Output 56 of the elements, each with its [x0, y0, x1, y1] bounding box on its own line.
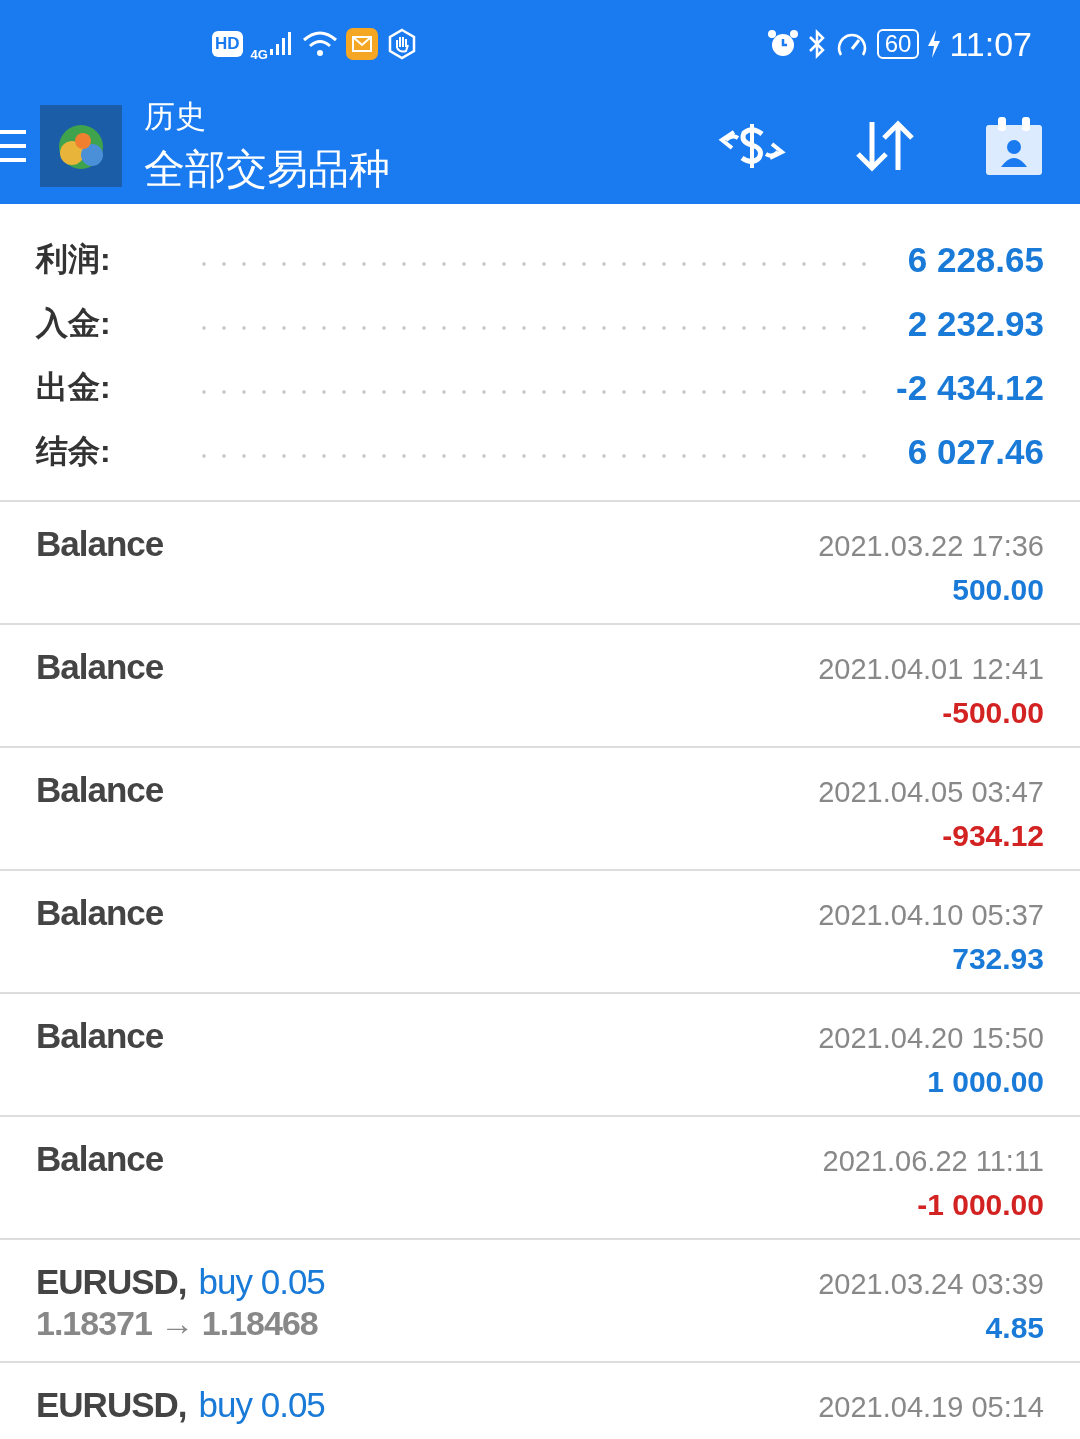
hd-indicator: HD [212, 31, 243, 57]
deal-amount: 1 000.00 [926, 1065, 1044, 1099]
deal-row[interactable]: Balance 2021.04.20 15:50 1 000.00 [0, 994, 1080, 1117]
summary-value: 6 027.46 [907, 432, 1044, 472]
deal-time: 2021.04.19 05:14 [818, 1391, 1044, 1424]
deal-time: 2021.03.24 03:39 [818, 1268, 1044, 1301]
deal-amount: 4.85 [984, 1311, 1044, 1345]
deal-title: Balance [36, 1139, 164, 1178]
deal-title: Balance [36, 1016, 164, 1055]
trade-prices: 1.18371 → 1.18468 [36, 1304, 319, 1343]
app-logo-icon [40, 105, 122, 187]
alarm-icon [766, 29, 799, 59]
summary-label: 出金: [36, 368, 112, 407]
clock: 11:07 [949, 24, 1032, 64]
bluetooth-icon [806, 28, 827, 60]
deal-time: 2021.04.05 03:47 [818, 776, 1044, 809]
summary-value: 2 232.93 [907, 304, 1044, 344]
deal-title: EURUSD, [36, 1262, 187, 1301]
calendar-icon[interactable] [984, 115, 1044, 177]
summary-label: 入金: [36, 304, 112, 343]
summary-value: -2 434.12 [896, 368, 1044, 408]
deal-amount: -1 000.00 [916, 1188, 1044, 1222]
deal-amount: 732.93 [951, 942, 1044, 976]
deal-title: Balance [36, 893, 164, 932]
summary-label: 结余: [36, 432, 112, 471]
deal-amount: -500.00 [941, 696, 1044, 730]
summary-value: 6 228.65 [907, 240, 1044, 280]
screen-title: 历史 [144, 97, 207, 136]
deal-title: Balance [36, 770, 164, 809]
deal-row[interactable]: EURUSD, buy 0.05 1.18371 → 1.18468 2021.03.24 03:39 4.85 [0, 1240, 1080, 1363]
battery-indicator: 60 [876, 29, 920, 59]
deal-amount: -934.12 [941, 819, 1044, 853]
network-type: 4G [250, 46, 268, 62]
deal-row[interactable]: Balance 2021.04.10 05:37 732.93 [0, 871, 1080, 994]
summary-label: 利润: [36, 240, 112, 279]
trade-side: buy 0.05 [198, 1385, 325, 1424]
signal-icon [269, 31, 294, 57]
deal-amount: 500.00 [951, 573, 1044, 607]
deal-row[interactable]: Balance 2021.06.22 11:11 -1 000.00 [0, 1117, 1080, 1240]
deal-row[interactable]: Balance 2021.04.05 03:47 -934.12 [0, 748, 1080, 871]
symbol-filter[interactable]: 全部交易品种 [144, 141, 718, 197]
deal-title: Balance [36, 524, 164, 563]
trade-side: buy 0.05 [198, 1262, 325, 1301]
deal-time: 2021.04.10 05:37 [818, 899, 1044, 932]
deal-row[interactable]: Balance 2021.03.22 17:36 500.00 [0, 502, 1080, 625]
deal-row[interactable]: Balance 2021.04.01 12:41 -500.00 [0, 625, 1080, 748]
deal-time: 2021.04.20 15:50 [818, 1022, 1044, 1055]
wifi-icon [301, 30, 338, 58]
deal-row[interactable]: EURUSD, buy 0.05 2021.04.19 05:14 [0, 1363, 1080, 1439]
deal-time: 2021.03.22 17:36 [818, 530, 1044, 563]
charging-icon [927, 30, 942, 58]
deal-time: 2021.06.22 11:11 [822, 1145, 1044, 1178]
deal-time: 2021.04.01 12:41 [818, 653, 1044, 686]
deal-title: Balance [36, 647, 164, 686]
deal-title: EURUSD, [36, 1385, 187, 1424]
mail-icon [345, 28, 378, 60]
